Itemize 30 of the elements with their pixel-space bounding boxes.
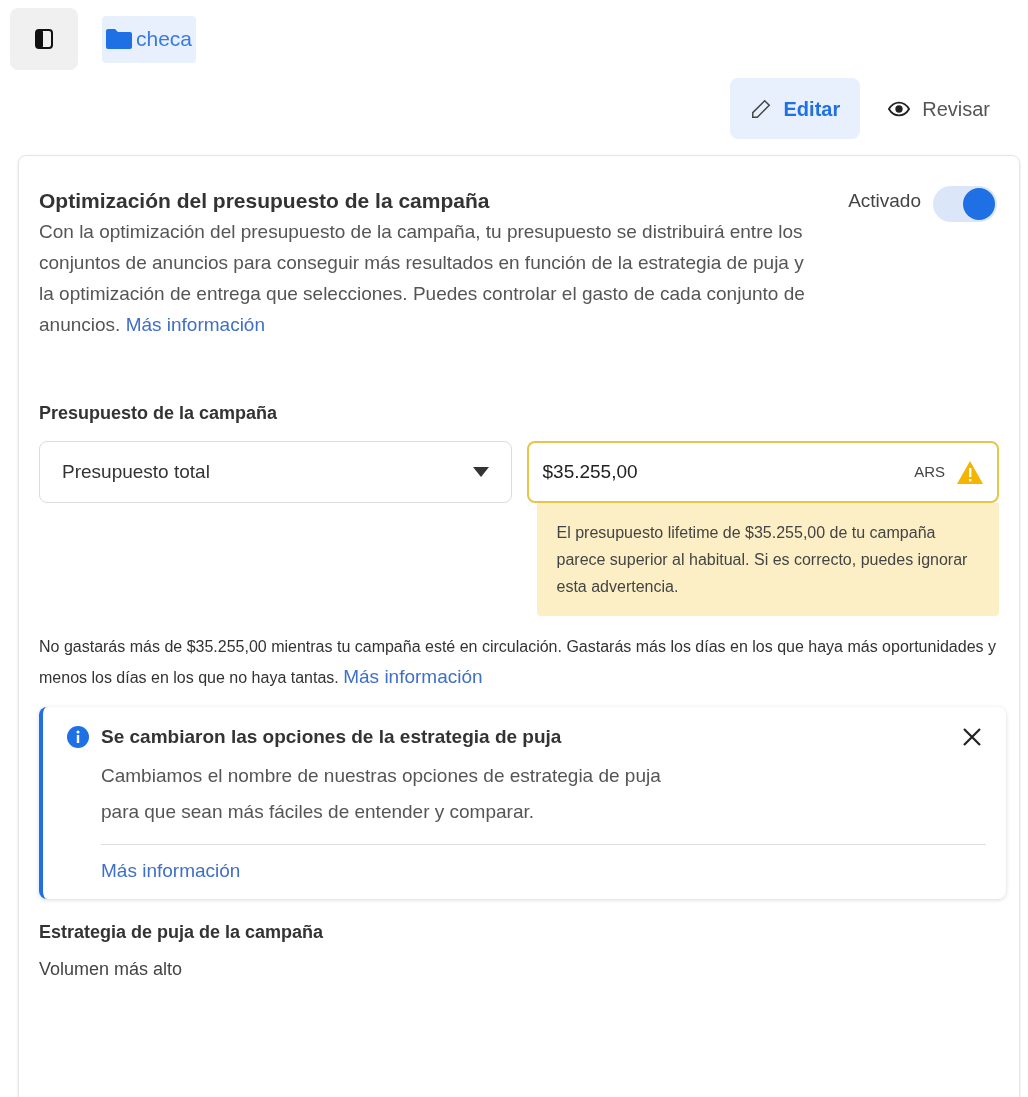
close-icon bbox=[963, 728, 981, 747]
learn-more-link[interactable]: Más información bbox=[125, 314, 265, 335]
toggle-label: Activado bbox=[848, 189, 921, 213]
toggle-switch[interactable] bbox=[933, 186, 997, 222]
mode-tab[interactable]: Editar bbox=[729, 78, 861, 139]
field-label: Estrategia de puja de la campaña bbox=[39, 921, 325, 944]
budget-note: No gastarás más de $35.255,00 mientras tu campaña esté en circulación. Gastarás más los días en los que haya más oportunidades y menos los días en los que no haya tantas. Más información bbox=[39, 637, 997, 689]
currency-label: ARS bbox=[914, 461, 945, 482]
sidebar-toggle-button[interactable] bbox=[10, 8, 78, 70]
budget-type-dropdown[interactable]: Presupuesto total bbox=[39, 441, 512, 503]
field-label: Presupuesto de la campaña bbox=[39, 402, 279, 425]
pencil-icon bbox=[749, 97, 772, 120]
amount-value: $35.255,00 bbox=[542, 459, 638, 484]
info-icon bbox=[67, 726, 89, 749]
banner-text: Cambiamos el nombre de nuestras opciones de estrategia de puja para que sean más fáciles de entender y comparar. bbox=[101, 763, 662, 824]
sidebar-icon bbox=[35, 29, 53, 49]
warning-message: El presupuesto lifetime de $35.255,00 de tu campaña parece superior al habitual. Si es correcto, puedes ignorar esta advertencia. bbox=[536, 503, 999, 616]
caret-icon bbox=[472, 467, 489, 477]
warning-icon bbox=[957, 460, 983, 484]
section-title: Optimización del presupuesto de la campaña bbox=[39, 188, 491, 214]
description-text: Con la optimización del presupuesto de la campaña, tu presupuesto se distribuirá entre los conjuntos de anuncios para conseguir más resultados en función de la estrategia de puja y la optimización de entrega que selecciones. Puedes controlar el gasto de cada conjunto de anuncios. Más información bbox=[39, 220, 806, 337]
folder-icon bbox=[106, 29, 132, 49]
eye-icon bbox=[888, 100, 911, 117]
folder-chip[interactable]: checa bbox=[102, 15, 197, 63]
banner-title: Se cambiaron las opciones de la estrategia de puja bbox=[101, 725, 562, 749]
learn-more-link[interactable]: Más información bbox=[101, 859, 241, 881]
mode-tab[interactable]: Revisar bbox=[876, 78, 1002, 139]
amount-field[interactable]: $35.255,00 ARS bbox=[526, 441, 999, 503]
strategy-value: Volumen más alto bbox=[39, 958, 184, 981]
learn-more-link[interactable]: Más información bbox=[343, 666, 483, 687]
